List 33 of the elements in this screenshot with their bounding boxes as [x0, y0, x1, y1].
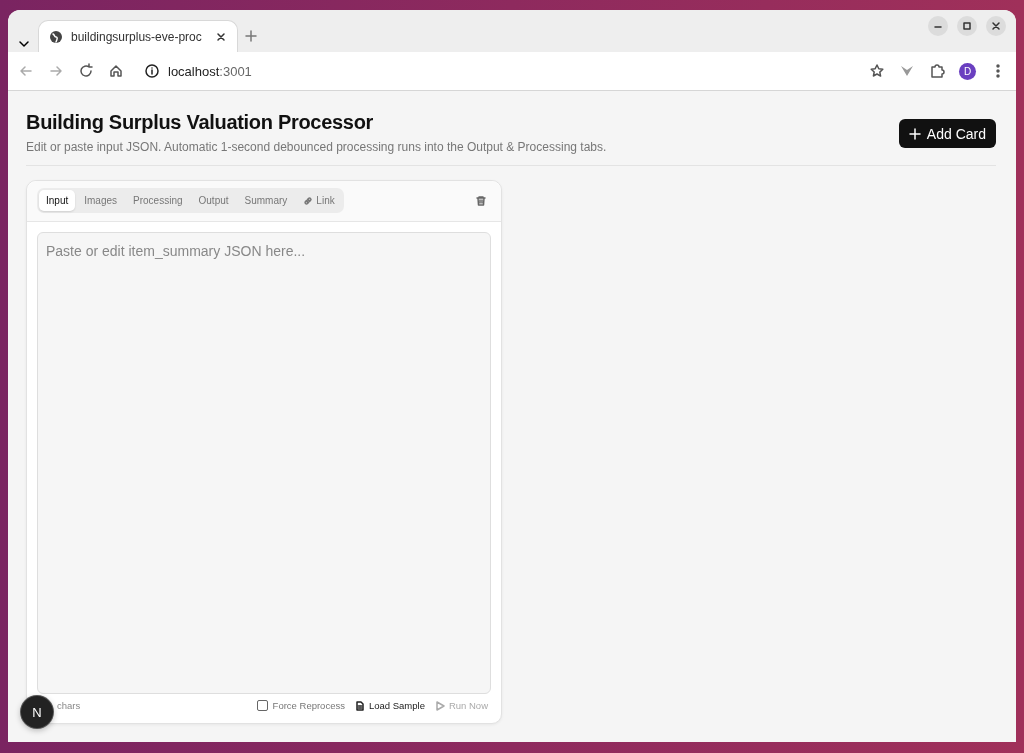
close-icon[interactable] [215, 30, 227, 43]
address-field[interactable]: localhost:3001 [168, 63, 252, 79]
tab[interactable]: Input [39, 190, 76, 211]
close-icon[interactable] [990, 20, 1002, 32]
reload-icon[interactable] [78, 63, 94, 79]
json-input-field[interactable]: Paste or edit item_summary JSON here... [37, 232, 491, 694]
page-title: Building Surplus Valuation Processor [26, 111, 375, 134]
char-count: chars [57, 700, 82, 711]
tab[interactable]: Processing [126, 190, 190, 211]
globe-icon [49, 29, 63, 44]
maximize-icon[interactable] [961, 20, 973, 32]
tab[interactable]: Summary [237, 190, 295, 211]
puzzle-icon[interactable] [929, 63, 945, 79]
page-description: Edit or paste input JSON. Automatic 1-second debounced processing runs into the Output & Processing tabs. [26, 140, 607, 154]
link-tab[interactable]: Link [296, 190, 342, 211]
home-icon[interactable] [108, 63, 124, 79]
add-card-button[interactable]: Add Card [898, 119, 996, 148]
profile-avatar[interactable]: D [959, 62, 976, 80]
new-tab-icon[interactable] [244, 29, 258, 43]
dev-badge[interactable]: N [21, 696, 53, 728]
plus-icon [908, 127, 921, 140]
tab[interactable]: Images [77, 190, 125, 211]
star-icon[interactable] [869, 63, 885, 79]
trash-icon[interactable] [475, 194, 487, 207]
load-sample-button[interactable]: Load Sample [354, 700, 425, 711]
checkbox-label: Force Reprocess [272, 700, 345, 711]
info-icon[interactable] [144, 63, 160, 79]
checkbox[interactable] [256, 700, 268, 711]
link-icon [303, 195, 314, 206]
browser-tab[interactable]: buildingsurplus-eve-proc [38, 20, 238, 52]
tab[interactable]: Output [191, 190, 236, 211]
document-icon [354, 700, 365, 711]
play-icon [434, 700, 445, 711]
